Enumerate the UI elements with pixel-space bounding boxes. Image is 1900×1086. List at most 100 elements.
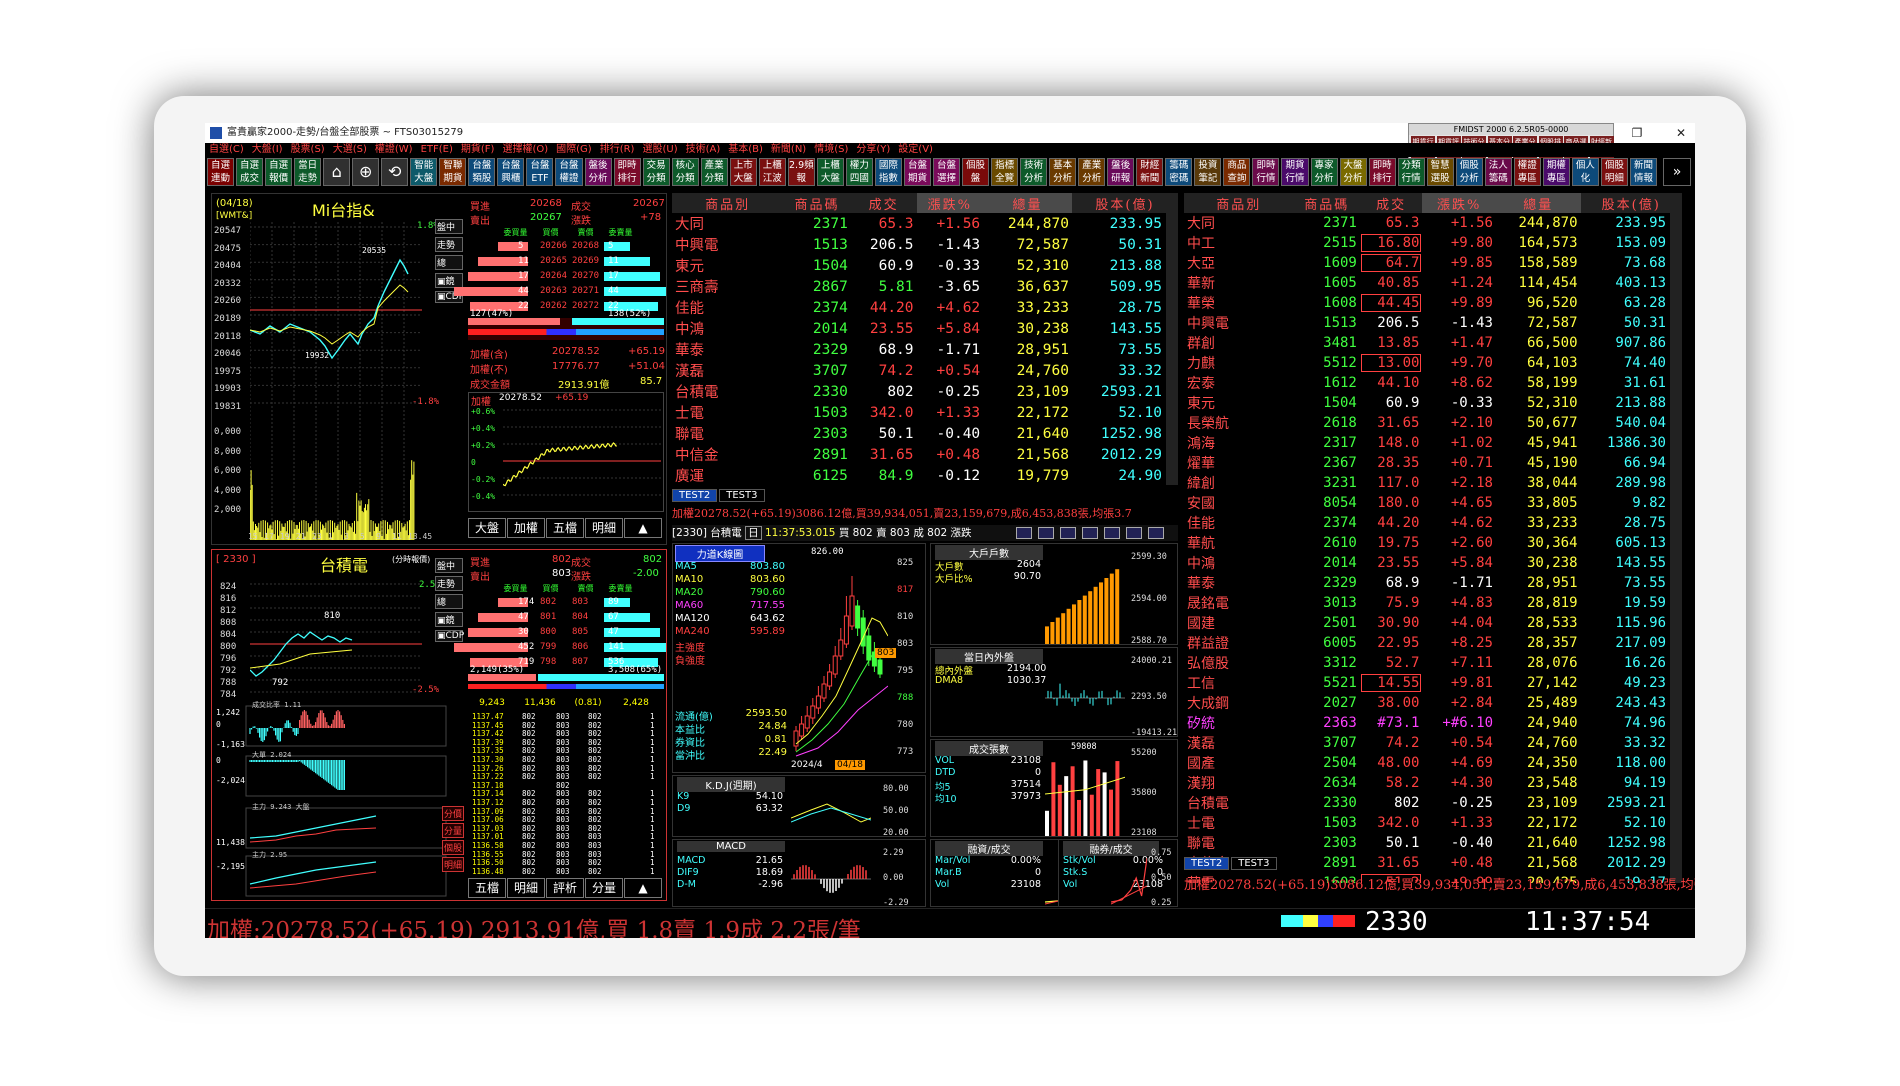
tick-list[interactable]: 1137.47 802 803 802 1 1137.45 802 803 802 1 1137.4… <box>468 712 664 876</box>
tab-1[interactable]: 加權 <box>507 518 545 538</box>
header-cell[interactable]: 成交 <box>851 193 917 213</box>
close-icon[interactable]: ✕ <box>1669 123 1693 143</box>
toolbar-button-13[interactable]: 盤後分析 <box>585 158 612 186</box>
toolbar-button-19[interactable]: 上櫃江波 <box>759 158 786 186</box>
quote-row[interactable]: 中興電 1513 206.5 -1.43 72,587 50.31 <box>672 234 1178 255</box>
header-cell[interactable]: 股本(億) <box>1072 193 1178 213</box>
quote-row[interactable]: 大成鋼 2027 38.00 +2.84 25,489 243.43 <box>1184 693 1682 713</box>
quote-row[interactable]: 晟銘電 3013 75.9 +4.83 28,819 19.59 <box>1184 593 1682 613</box>
toolbar-button-39[interactable]: 大盤分析 <box>1340 158 1367 186</box>
quote-row[interactable]: 漢翔 2634 58.2 +4.30 23,548 94.19 <box>1184 773 1682 793</box>
quote-row[interactable]: 燿華 2367 28.35 +0.71 45,190 66.94 <box>1184 453 1682 473</box>
quote-row[interactable]: 中工 2515 16.80 +9.80 164,573 153.09 <box>1184 233 1682 253</box>
sheet-tab-0[interactable]: TEST2 <box>672 489 717 502</box>
toolbar-button-29[interactable]: 基本分析 <box>1049 158 1076 186</box>
menu-item-1[interactable]: 大盤(I) <box>252 144 283 155</box>
quote-row[interactable]: 安國 8054 180.0 +4.65 33,805 9.82 <box>1184 493 1682 513</box>
header-cell[interactable]: 商品碼 <box>1294 193 1360 213</box>
header-cell[interactable]: 商品別 <box>1184 193 1294 213</box>
toolbar-button-34[interactable]: 投資筆記 <box>1194 158 1221 186</box>
quote-row[interactable]: 佳能 2374 44.20 +4.62 33,233 28.75 <box>1184 513 1682 533</box>
toolbar-button-25[interactable]: 台盤選擇 <box>933 158 960 186</box>
toolbar-button-5[interactable]: ⊕ <box>352 158 379 186</box>
quote-row[interactable]: 佳能 2374 44.20 +4.62 33,233 28.75 <box>672 297 1178 318</box>
header-cell[interactable]: 總量 <box>983 193 1072 213</box>
quote-row[interactable]: 華新 1605 40.85 +1.24 114,454 403.13 <box>1184 273 1682 293</box>
quote-row[interactable]: 聯電 2303 50.1 -0.40 21,640 1252.98 <box>1184 833 1682 853</box>
quote-row[interactable]: 矽統 2363 #73.1 +#6.10 24,940 74.96 <box>1184 713 1682 733</box>
menu-item-7[interactable]: 選擇權(O) <box>502 144 548 155</box>
stock-indicator-charts[interactable] <box>216 698 462 898</box>
quote-row[interactable]: 大同 2371 65.3 +1.56 244,870 233.95 <box>1184 213 1682 233</box>
toolbar-button-35[interactable]: 商品查詢 <box>1223 158 1250 186</box>
header-cell[interactable]: 總量 <box>1496 193 1581 213</box>
tab-1[interactable]: 明細 <box>507 878 545 898</box>
toolbar-button-1[interactable]: 自選成交 <box>236 158 263 186</box>
menu-item-15[interactable]: 分享(Y) <box>856 144 890 155</box>
toolbar-button-37[interactable]: 期貨行情 <box>1281 158 1308 186</box>
sheet-tab-0[interactable]: TEST2 <box>1184 857 1229 870</box>
quote-row[interactable]: 中興電 1513 206.5 -1.43 72,587 50.31 <box>1184 313 1682 333</box>
quote-row[interactable]: 國建 2501 30.90 +4.04 28,533 115.96 <box>1184 613 1682 633</box>
quote-row[interactable]: 華泰 2329 68.9 -1.71 28,951 73.55 <box>1184 573 1682 593</box>
header-cell[interactable]: 商品碼 <box>783 193 851 213</box>
side-button-0[interactable]: 盤中 <box>435 558 463 573</box>
toolbar-button-0[interactable]: 自選連動 <box>207 158 234 186</box>
tab-2[interactable]: 評析 <box>546 878 584 898</box>
menu-item-12[interactable]: 基本(B) <box>728 144 763 155</box>
header-cell[interactable]: 漲跌% <box>1422 193 1496 213</box>
menu-item-9[interactable]: 排行(R) <box>600 144 635 155</box>
toolbar-button-44[interactable]: 法人籌碼 <box>1485 158 1512 186</box>
toolbar-button-40[interactable]: 即時排行 <box>1369 158 1396 186</box>
quote-row[interactable]: 鴻海 2317 148.0 +1.02 45,941 1386.30 <box>1184 433 1682 453</box>
side-btn-2[interactable]: 個股 <box>442 840 464 855</box>
toolbar-button-15[interactable]: 交易分類 <box>643 158 670 186</box>
menu-item-16[interactable]: 設定(V) <box>898 144 933 155</box>
indicator-chart[interactable] <box>1111 852 1147 906</box>
menu-item-8[interactable]: 國際(G) <box>556 144 592 155</box>
index-intraday-chart[interactable] <box>250 222 422 544</box>
tab-3[interactable]: 分量 <box>585 878 623 898</box>
toolbar-button-43[interactable]: 個股分析 <box>1456 158 1483 186</box>
toolbar-button-2[interactable]: 自選報價 <box>265 158 292 186</box>
side-button-2[interactable]: 總 <box>435 255 463 270</box>
quote-row[interactable]: 士電 1503 342.0 +1.33 22,172 52.10 <box>672 402 1178 423</box>
quote-row[interactable]: 華榮 1608 44.45 +9.89 96,520 63.28 <box>1184 293 1682 313</box>
quote-row[interactable]: 台積電 2330 802 -0.25 23,109 2593.21 <box>1184 793 1682 813</box>
tab-4[interactable]: ▲ <box>624 518 662 538</box>
side-button-3[interactable]: ▣鏡 <box>435 273 463 288</box>
header-cell[interactable]: 漲跌% <box>917 193 984 213</box>
toolbar-button-18[interactable]: 上市大盤 <box>730 158 757 186</box>
kline-tool-icon[interactable] <box>1148 527 1164 539</box>
quote-row[interactable]: 華泰 2329 68.9 -1.71 28,951 73.55 <box>672 339 1178 360</box>
side-button-0[interactable]: 盤中 <box>435 219 463 234</box>
menu-item-2[interactable]: 股票(S) <box>291 144 325 155</box>
side-button-3[interactable]: ▣鏡 <box>435 612 463 627</box>
tab-4[interactable]: ▲ <box>624 878 662 898</box>
quote-row[interactable]: 士電 1503 342.0 +1.33 22,172 52.10 <box>1184 813 1682 833</box>
toolbar-button-30[interactable]: 產業分析 <box>1078 158 1105 186</box>
header-cell[interactable]: 商品別 <box>672 193 783 213</box>
quote-row[interactable]: 漢磊 3707 74.2 +0.54 24,760 33.32 <box>672 360 1178 381</box>
toolbar-button-36[interactable]: 即時行情 <box>1252 158 1279 186</box>
toolbar-button-17[interactable]: 產業分類 <box>701 158 728 186</box>
sheet-tab-1[interactable]: TEST3 <box>1231 857 1276 870</box>
toolbar-button-11[interactable]: 台盤ETF <box>526 158 553 186</box>
menu-item-13[interactable]: 新聞(N) <box>771 144 806 155</box>
toolbar-button-16[interactable]: 核心分類 <box>672 158 699 186</box>
quote-row[interactable]: 宏泰 1612 44.10 +8.62 58,199 31.61 <box>1184 373 1682 393</box>
menu-item-11[interactable]: 技術(A) <box>686 144 721 155</box>
toolbar-button-27[interactable]: 指標全覽 <box>991 158 1018 186</box>
header-cell[interactable]: 股本(億) <box>1581 193 1682 213</box>
side-btn-0[interactable]: 分價 <box>442 806 464 821</box>
quote-row[interactable]: 華航 2610 19.75 +2.60 30,364 605.13 <box>1184 533 1682 553</box>
side-button-1[interactable]: 走勢 <box>435 237 463 252</box>
quote-row[interactable]: 中鴻 2014 23.55 +5.84 30,238 143.55 <box>672 318 1178 339</box>
toolbar-button-41[interactable]: 分類行情 <box>1398 158 1425 186</box>
kline-tool-icon[interactable] <box>1104 527 1120 539</box>
toolbar-button-22[interactable]: 權力四國 <box>846 158 873 186</box>
tab-3[interactable]: 明細 <box>585 518 623 538</box>
toolbar-button-6[interactable]: ⟲ <box>381 158 408 186</box>
indicator-chart[interactable] <box>791 788 871 836</box>
kline-tool-icon[interactable] <box>1038 527 1054 539</box>
